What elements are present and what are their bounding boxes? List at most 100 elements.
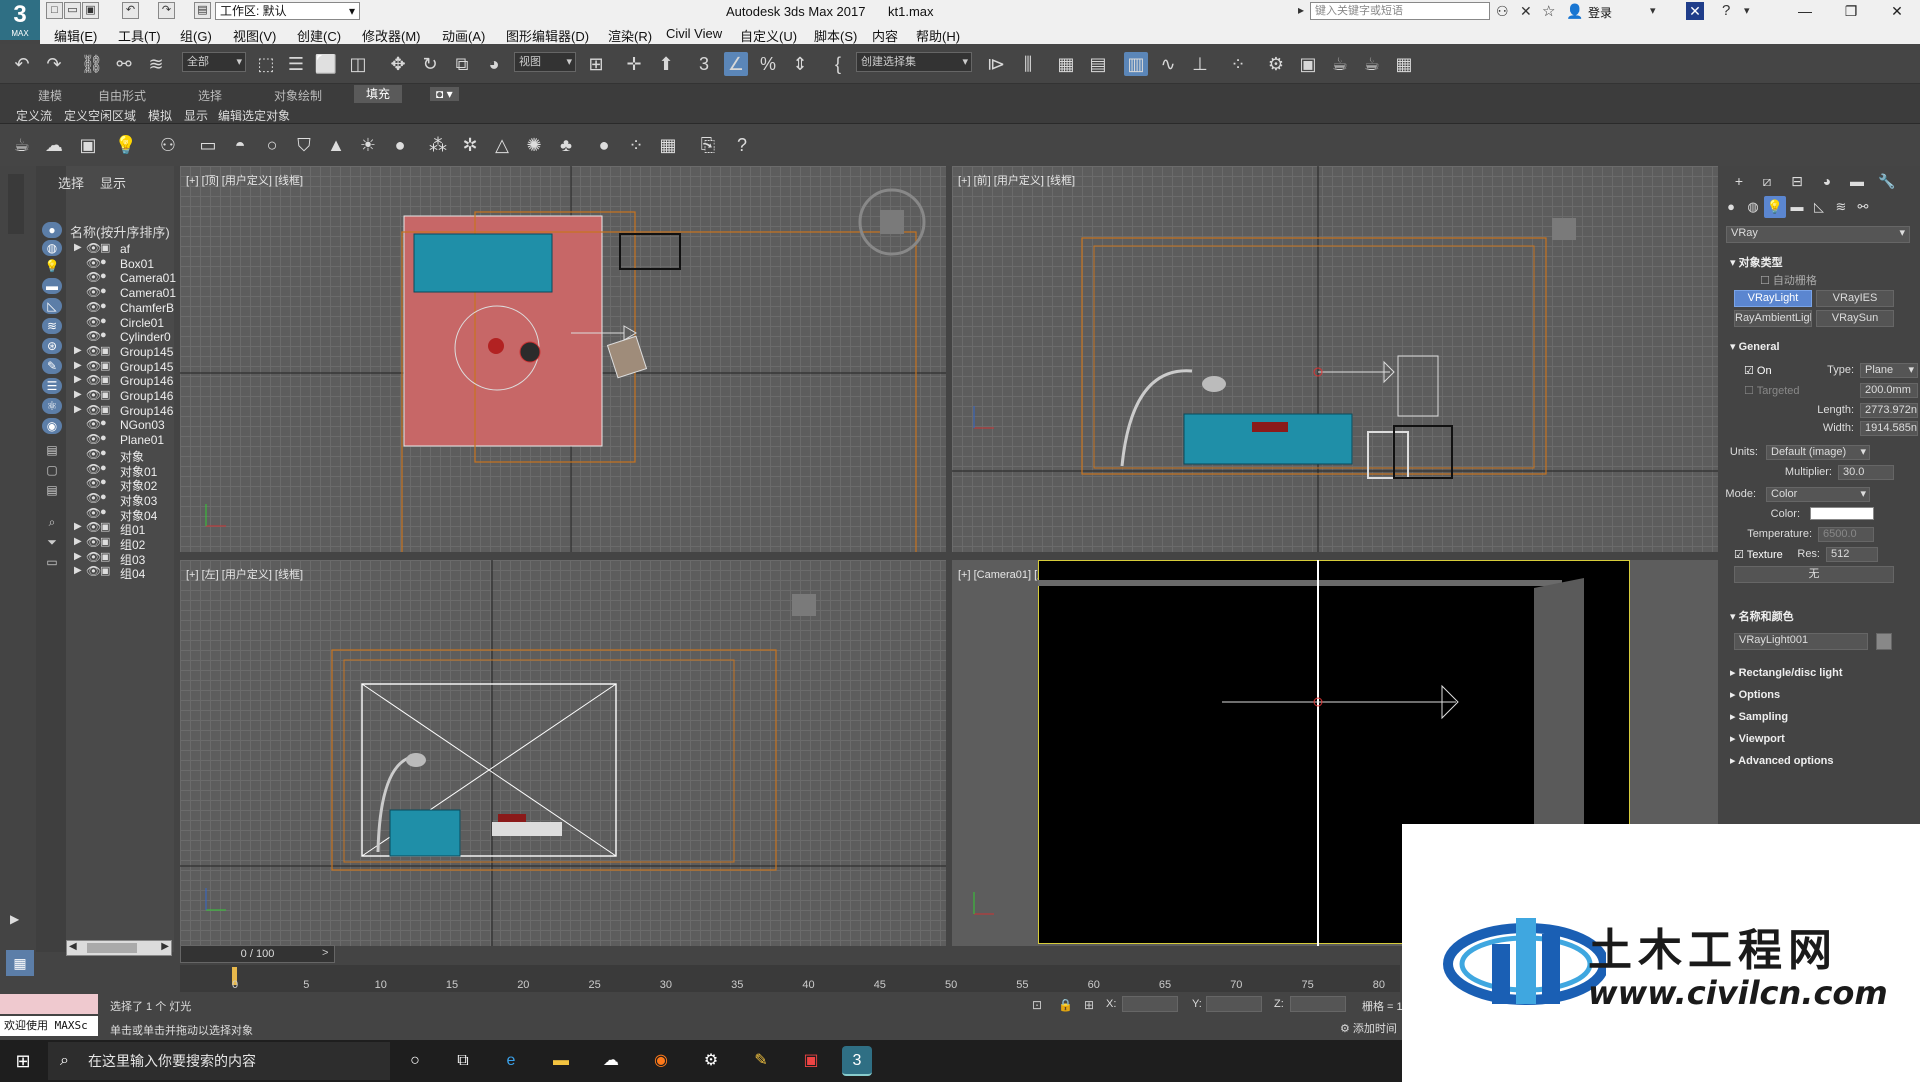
filter-helpers-icon[interactable]: ◺: [42, 298, 62, 314]
next-frame-icon[interactable]: >: [322, 947, 328, 959]
cloud-icon[interactable]: ☁: [42, 133, 66, 157]
rollout-general[interactable]: ▾ General: [1730, 340, 1780, 353]
multiplier-field[interactable]: 30.0: [1838, 465, 1894, 480]
select-manipulate-icon[interactable]: ✛: [622, 52, 646, 76]
time-slider[interactable]: 0 / 100: [180, 945, 335, 963]
windows-start-icon[interactable]: ⊞: [8, 1046, 38, 1076]
binoculars-icon[interactable]: ⚇: [1496, 3, 1509, 20]
menu-help[interactable]: 帮助(H): [916, 26, 960, 45]
filter-funnel-icon[interactable]: ⏷: [42, 534, 62, 550]
vray-proxy-icon[interactable]: ⁂: [426, 133, 450, 157]
favorites-star-icon[interactable]: ☆: [1542, 2, 1555, 20]
link-icon[interactable]: ⛓: [80, 52, 104, 76]
create-tab-icon[interactable]: +: [1728, 170, 1750, 192]
filter-frozen-icon[interactable]: ◉: [42, 418, 62, 434]
scene-explorer-icon[interactable]: ▥: [1124, 52, 1148, 76]
expand-arrow-icon[interactable]: ▶: [74, 360, 82, 371]
vray-fur-plant-icon[interactable]: ♣: [554, 133, 578, 157]
visibility-eye-icon[interactable]: 👁: [86, 564, 101, 578]
tab-populate[interactable]: 填充: [354, 85, 403, 103]
type-dropdown[interactable]: Plane ▾: [1860, 363, 1918, 378]
tab-freeform[interactable]: 自由形式: [98, 87, 146, 104]
percent-snap-icon[interactable]: %: [756, 52, 780, 76]
help-chevron-icon[interactable]: ▾: [1744, 4, 1750, 17]
cameras-category-icon[interactable]: ▬: [1786, 196, 1808, 218]
light-lister-icon[interactable]: 💡: [114, 133, 138, 157]
viewport-left[interactable]: [+] [左] [用户定义] [线框]: [180, 560, 946, 946]
length-field[interactable]: 2773.972n: [1860, 403, 1918, 418]
visibility-eye-icon[interactable]: 👁: [86, 388, 101, 402]
vray-multi-mtl-icon[interactable]: ⁘: [624, 133, 648, 157]
viewcube-front[interactable]: [1552, 218, 1576, 240]
layer-explorer-icon[interactable]: ▦: [1054, 52, 1078, 76]
vray-dome-light-icon[interactable]: ◓: [228, 133, 252, 157]
expand-arrow-icon[interactable]: ▶: [74, 565, 82, 576]
place-icon[interactable]: ◕: [482, 52, 506, 76]
renderer-category-dropdown[interactable]: VRay ▾: [1726, 226, 1910, 243]
coord-y-field[interactable]: [1206, 996, 1262, 1012]
visibility-eye-icon[interactable]: 👁: [86, 432, 101, 446]
geometry-category-icon[interactable]: ●: [1720, 196, 1742, 218]
explorer-column-header[interactable]: 名称(按升序排序): [70, 222, 170, 241]
add-time-tag[interactable]: ⚙ 添加时间: [1340, 1020, 1397, 1036]
app-menu-button[interactable]: 3 MAX: [0, 0, 40, 40]
rollout-rectangle-disc[interactable]: ▸ Rectangle/disc light: [1730, 666, 1843, 679]
menu-animation[interactable]: 动画(A): [442, 26, 485, 45]
modify-tab-icon[interactable]: ⧄: [1756, 170, 1778, 192]
isolate-selection-icon[interactable]: ⊡: [1032, 998, 1042, 1012]
ribbon-edit-selected[interactable]: 编辑选定对象: [218, 107, 290, 124]
viewport-layout-icon[interactable]: ▦: [6, 950, 34, 976]
workspace-dropdown[interactable]: 工作区: 默认 ▾: [215, 2, 360, 20]
menu-modifiers[interactable]: 修改器(M): [362, 26, 421, 45]
on-checkbox[interactable]: ☑ On: [1744, 364, 1772, 377]
taskbar-search-input[interactable]: 在这里输入你要搜索的内容: [48, 1042, 390, 1080]
keyboard-shortcut-override-icon[interactable]: ⬆: [654, 52, 678, 76]
expand-arrow-icon[interactable]: ▶: [10, 912, 19, 926]
rendered-frame-window-icon[interactable]: ▣: [1296, 52, 1320, 76]
rollout-viewport[interactable]: ▸ Viewport: [1730, 732, 1785, 745]
chat-app-icon[interactable]: ☁: [596, 1046, 626, 1076]
visibility-eye-icon[interactable]: 👁: [86, 285, 101, 299]
filter-lights-icon[interactable]: 💡: [42, 258, 62, 274]
visibility-eye-icon[interactable]: 👁: [86, 270, 101, 284]
filter-spacewarps-icon[interactable]: ≋: [42, 318, 62, 334]
vrayambientlight-button[interactable]: RayAmbientLigh: [1734, 310, 1812, 327]
spacewarps-category-icon[interactable]: ≋: [1830, 196, 1852, 218]
mode-dropdown[interactable]: Color ▾: [1766, 487, 1870, 502]
temperature-field[interactable]: 6500.0: [1818, 527, 1874, 542]
visibility-eye-icon[interactable]: 👁: [86, 256, 101, 270]
utilities-tab-icon[interactable]: 🔧: [1876, 170, 1898, 192]
maxscript-listener-output[interactable]: [0, 994, 98, 1014]
hierarchy-tab-icon[interactable]: ⊟: [1786, 170, 1808, 192]
snaps-toggle-icon[interactable]: 3: [692, 52, 716, 76]
maxscript-mini-listener[interactable]: 欢迎使用 MAXSc: [0, 1016, 98, 1036]
filter-containers-icon[interactable]: ⚛: [42, 398, 62, 414]
targeted-field[interactable]: 200.0mm: [1860, 383, 1918, 398]
vray-ies-light-icon[interactable]: ▲: [324, 133, 348, 157]
vray-converter-icon[interactable]: ⎘: [696, 133, 720, 157]
menu-scripting[interactable]: 脚本(S): [814, 26, 857, 45]
pivot-center-icon[interactable]: ⊞: [584, 52, 608, 76]
scale-icon[interactable]: ⧉: [450, 52, 474, 76]
schematic-view-icon[interactable]: ⊥: [1188, 52, 1212, 76]
vray-sky-icon[interactable]: ●: [388, 133, 412, 157]
lights-category-icon[interactable]: 💡: [1764, 196, 1786, 218]
rect-selection-icon[interactable]: ⬜: [314, 52, 338, 76]
window-crossing-icon[interactable]: ◫: [346, 52, 370, 76]
visibility-eye-icon[interactable]: 👁: [86, 403, 101, 417]
communication-center-icon[interactable]: ✕: [1520, 3, 1532, 20]
undo-icon[interactable]: ↶: [122, 2, 139, 19]
visibility-eye-icon[interactable]: 👁: [86, 329, 101, 343]
track-bar[interactable]: 0 5 10 15 20 25 30 35 40 45 50 55 60 65 70 75 80: [180, 965, 1400, 992]
firefox-icon[interactable]: ◉: [646, 1046, 676, 1076]
rotate-icon[interactable]: ↻: [418, 52, 442, 76]
explorer-tab-display[interactable]: 显示: [100, 173, 126, 192]
expand-arrow-icon[interactable]: ▶: [74, 404, 82, 415]
save-file-icon[interactable]: ▣: [82, 2, 99, 19]
scroll-thumb[interactable]: [87, 943, 137, 953]
menu-content[interactable]: 内容: [872, 26, 898, 45]
named-selection-dropdown[interactable]: 创建选择集 ▾: [856, 52, 972, 72]
render-iterative-icon[interactable]: ☕: [1360, 52, 1384, 76]
menu-create[interactable]: 创建(C): [297, 26, 341, 45]
cortana-icon[interactable]: ○: [400, 1046, 430, 1076]
